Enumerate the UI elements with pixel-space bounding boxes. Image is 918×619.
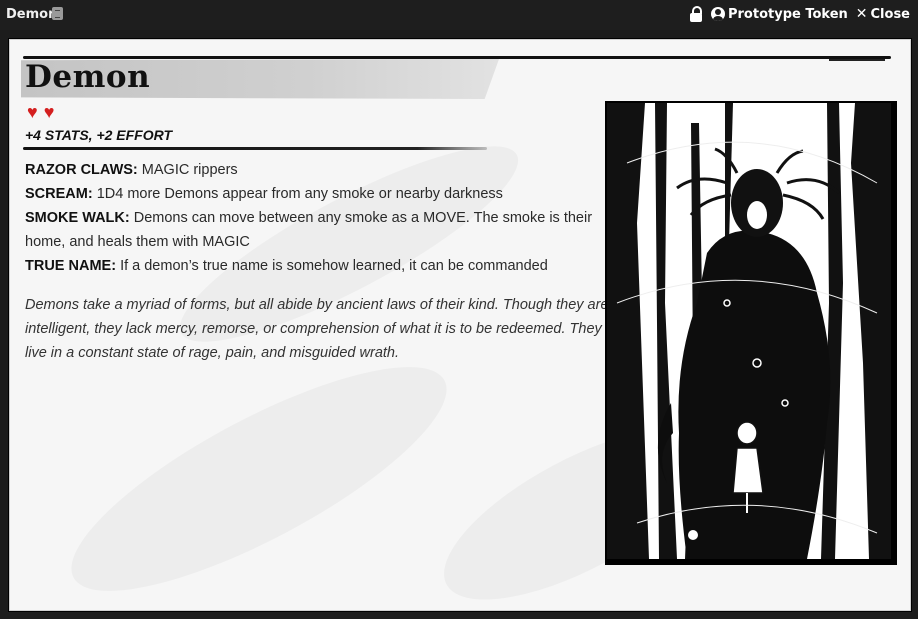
close-icon: ✕: [855, 5, 868, 22]
flavor-text: Demons take a myriad of forms, but all a…: [25, 297, 609, 361]
user-circle-icon: [710, 7, 725, 21]
heart-icon: ♥: [27, 102, 38, 122]
ability-name: TRUE NAME:: [25, 258, 117, 274]
ability-text: MAGIC rippers: [141, 162, 238, 178]
health-hearts: ♥ ♥: [27, 103, 54, 121]
character-sheet: Demon ♥ ♥ +4 STATS, +2 EFFORT RAZOR CLAW…: [8, 38, 912, 612]
artwork-svg: [607, 103, 891, 559]
ability-row: SMOKE WALK: Demons can move between any …: [25, 206, 605, 254]
ability-name: SCREAM:: [25, 186, 93, 202]
ability-row: SCREAM: 1D4 more Demons appear from any …: [25, 182, 605, 206]
window-header: Demon Prototype Token ✕ Close: [0, 0, 918, 30]
ability-text: If a demon’s true name is somehow learne…: [120, 258, 548, 274]
prototype-token-button[interactable]: Prototype Token: [710, 6, 848, 22]
header-rule: [23, 56, 891, 59]
ability-row: TRUE NAME: If a demon’s true name is som…: [25, 254, 605, 278]
prototype-token-label: Prototype Token: [727, 6, 848, 22]
ability-text: 1D4 more Demons appear from any smoke or…: [96, 186, 503, 202]
close-button[interactable]: ✕ Close: [856, 7, 910, 22]
ability-row: RAZOR CLAWS: MAGIC rippers: [25, 158, 605, 182]
window-title: Demon: [6, 7, 58, 22]
section-divider: [23, 147, 487, 150]
character-sheet-icon[interactable]: [52, 7, 63, 20]
lock-icon[interactable]: [689, 6, 703, 22]
close-label: Close: [870, 6, 910, 22]
heart-icon: ♥: [43, 102, 55, 122]
ability-name: SMOKE WALK:: [25, 210, 130, 226]
ability-name: RAZOR CLAWS:: [25, 162, 138, 178]
character-name: Demon: [25, 59, 151, 95]
abilities-list: RAZOR CLAWS: MAGIC rippers SCREAM: 1D4 m…: [25, 158, 605, 278]
header-rule-accent: [829, 59, 885, 61]
demon-illustration[interactable]: [605, 101, 897, 565]
stats-effort: +4 STATS, +2 EFFORT: [25, 127, 173, 143]
